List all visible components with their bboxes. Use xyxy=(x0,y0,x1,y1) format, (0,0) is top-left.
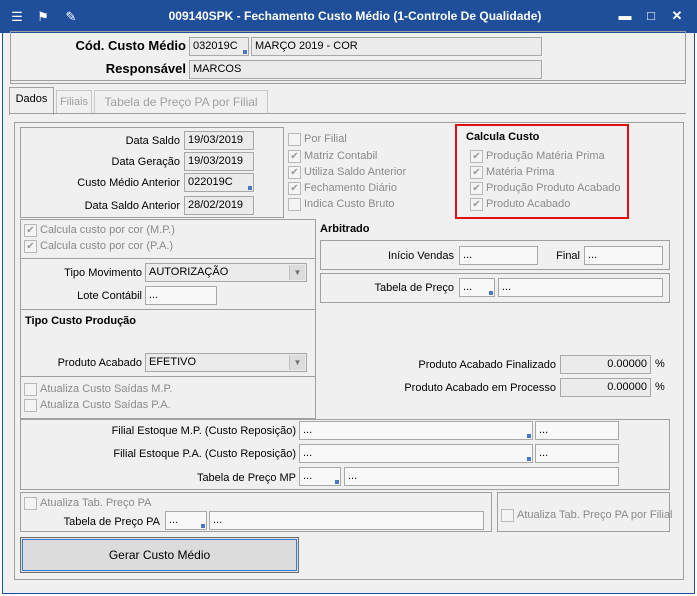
lote-contabil-label: Lote Contábil xyxy=(77,290,142,302)
utiliza-saldo-anterior-checkbox[interactable]: ✔ Utiliza Saldo Anterior xyxy=(288,166,406,179)
indica-custo-bruto-checkbox[interactable]: Indica Custo Bruto xyxy=(288,198,395,211)
produto-acabado-processo-field[interactable]: 0.00000 xyxy=(560,378,651,397)
maximize-icon[interactable]: □ xyxy=(640,6,662,26)
divider xyxy=(21,309,315,310)
tabela-preco-pa-desc-field[interactable]: ... xyxy=(209,511,484,530)
atualiza-saidas-mp-checkbox[interactable]: Atualiza Custo Saídas M.P. xyxy=(24,383,172,396)
fechamento-diario-checkbox[interactable]: ✔ Fechamento Diário xyxy=(288,182,397,195)
filial-estoque-pa-code-field[interactable]: ... xyxy=(299,444,533,463)
produto-acabado-select[interactable]: EFETIVO ▼ xyxy=(145,353,307,372)
tabela-preco-mp-label: Tabela de Preço MP xyxy=(196,472,296,484)
data-geracao-label: Data Geração xyxy=(111,156,180,168)
tabela-preco-mp-code-field[interactable]: ... xyxy=(299,467,341,486)
responsavel-label: Responsável xyxy=(105,61,186,76)
tab-strip-line xyxy=(10,80,686,81)
menu-icon[interactable]: ☰ xyxy=(8,8,26,26)
tipo-movimento-label: Tipo Movimento xyxy=(64,267,142,279)
materia-prima-checkbox[interactable]: ✔ Matéria Prima xyxy=(470,166,554,179)
data-saldo-anterior-field[interactable]: 28/02/2019 xyxy=(184,196,254,215)
calcula-custo-title: Calcula Custo xyxy=(466,131,540,143)
data-geracao-field[interactable]: 19/03/2019 xyxy=(184,152,254,171)
tabela-preco-pa-label: Tabela de Preço PA xyxy=(63,516,160,528)
lote-contabil-field[interactable]: ... xyxy=(145,286,217,305)
producao-materia-prima-checkbox[interactable]: ✔ Produção Matéria Prima xyxy=(470,150,605,163)
data-saldo-anterior-label: Data Saldo Anterior xyxy=(84,200,180,212)
custo-anterior-field[interactable]: 022019C xyxy=(184,173,254,192)
producao-produto-acabado-checkbox[interactable]: ✔ Produção Produto Acabado xyxy=(470,182,621,195)
percent-label: % xyxy=(655,381,665,393)
arbitrado-title: Arbitrado xyxy=(320,223,370,235)
filial-estoque-pa-label: Filial Estoque P.A. (Custo Reposição) xyxy=(113,448,296,460)
chevron-down-icon[interactable]: ▼ xyxy=(289,355,305,370)
tab-page-line xyxy=(10,113,686,114)
close-icon[interactable]: ✕ xyxy=(666,6,688,26)
wrench-icon[interactable]: ✎ xyxy=(62,8,80,26)
custo-anterior-label: Custo Médio Anterior xyxy=(77,177,180,189)
tab-tabela-preco-pa-filial[interactable]: Tabela de Preço PA por Filial xyxy=(94,90,268,113)
atualiza-saidas-pa-checkbox[interactable]: Atualiza Custo Saídas P.A. xyxy=(24,399,171,412)
matriz-contabil-checkbox[interactable]: ✔ Matriz Contabil xyxy=(288,150,377,163)
minimize-icon[interactable]: ▬ xyxy=(614,6,636,26)
data-saldo-label: Data Saldo xyxy=(125,135,180,147)
tabela-preco-code-field[interactable]: ... xyxy=(459,278,495,297)
tab-filiais[interactable]: Filiais xyxy=(56,90,92,113)
filial-estoque-pa-desc-field[interactable]: ... xyxy=(535,444,619,463)
final-field[interactable]: ... xyxy=(584,246,663,265)
gerar-custo-medio-button[interactable]: Gerar Custo Médio xyxy=(20,537,299,573)
por-filial-checkbox[interactable]: Por Filial xyxy=(288,133,347,146)
cod-custo-label: Cód. Custo Médio xyxy=(75,38,187,53)
data-saldo-field[interactable]: 19/03/2019 xyxy=(184,131,254,150)
responsavel-field[interactable]: MARCOS xyxy=(189,60,542,79)
divider xyxy=(21,376,315,377)
produto-acabado-checkbox[interactable]: ✔ Produto Acabado xyxy=(470,198,570,211)
tipo-custo-producao-title: Tipo Custo Produção xyxy=(25,315,137,327)
tabela-preco-pa-code-field[interactable]: ... xyxy=(165,511,207,530)
tabela-preco-label: Tabela de Preço xyxy=(374,282,455,294)
cod-custo-desc-field[interactable]: MARÇO 2019 - COR xyxy=(251,37,542,56)
cod-custo-field[interactable]: 032019C xyxy=(189,37,249,56)
produto-acabado-label: Produto Acabado xyxy=(57,357,142,369)
traffic-light-icon[interactable]: ⚑ xyxy=(34,8,52,26)
final-label: Final xyxy=(556,250,580,262)
divider xyxy=(21,258,315,259)
filial-estoque-mp-desc-field[interactable]: ... xyxy=(535,421,619,440)
produto-acabado-finalizado-label: Produto Acabado Finalizado xyxy=(418,359,556,371)
produto-acabado-finalizado-field[interactable]: 0.00000 xyxy=(560,355,651,374)
calcula-cor-pa-checkbox[interactable]: ✔ Calcula custo por cor (P.A.) xyxy=(24,240,173,253)
inicio-vendas-label: Início Vendas xyxy=(387,250,454,262)
filial-estoque-mp-label: Filial Estoque M.P. (Custo Reposição) xyxy=(111,425,296,437)
calcula-cor-mp-checkbox[interactable]: ✔ Calcula custo por cor (M.P.) xyxy=(24,224,175,237)
window-title: 009140SPK - Fechamento Custo Médio (1-Co… xyxy=(168,9,542,23)
chevron-down-icon[interactable]: ▼ xyxy=(289,265,305,280)
atualiza-tab-preco-pa-filial-checkbox[interactable]: Atualiza Tab. Preço PA por Filial xyxy=(501,509,673,522)
tabela-preco-desc-field[interactable]: ... xyxy=(498,278,663,297)
inicio-vendas-field[interactable]: ... xyxy=(459,246,538,265)
tab-dados[interactable]: Dados xyxy=(9,87,54,115)
tipo-movimento-select[interactable]: AUTORIZAÇÃO ▼ xyxy=(145,263,307,282)
produto-acabado-processo-label: Produto Acabado em Processo xyxy=(404,382,556,394)
atualiza-tab-preco-pa-checkbox[interactable]: Atualiza Tab. Preço PA xyxy=(24,497,152,510)
tabela-preco-mp-desc-field[interactable]: ... xyxy=(344,467,619,486)
filial-estoque-mp-code-field[interactable]: ... xyxy=(299,421,533,440)
percent-label: % xyxy=(655,358,665,370)
